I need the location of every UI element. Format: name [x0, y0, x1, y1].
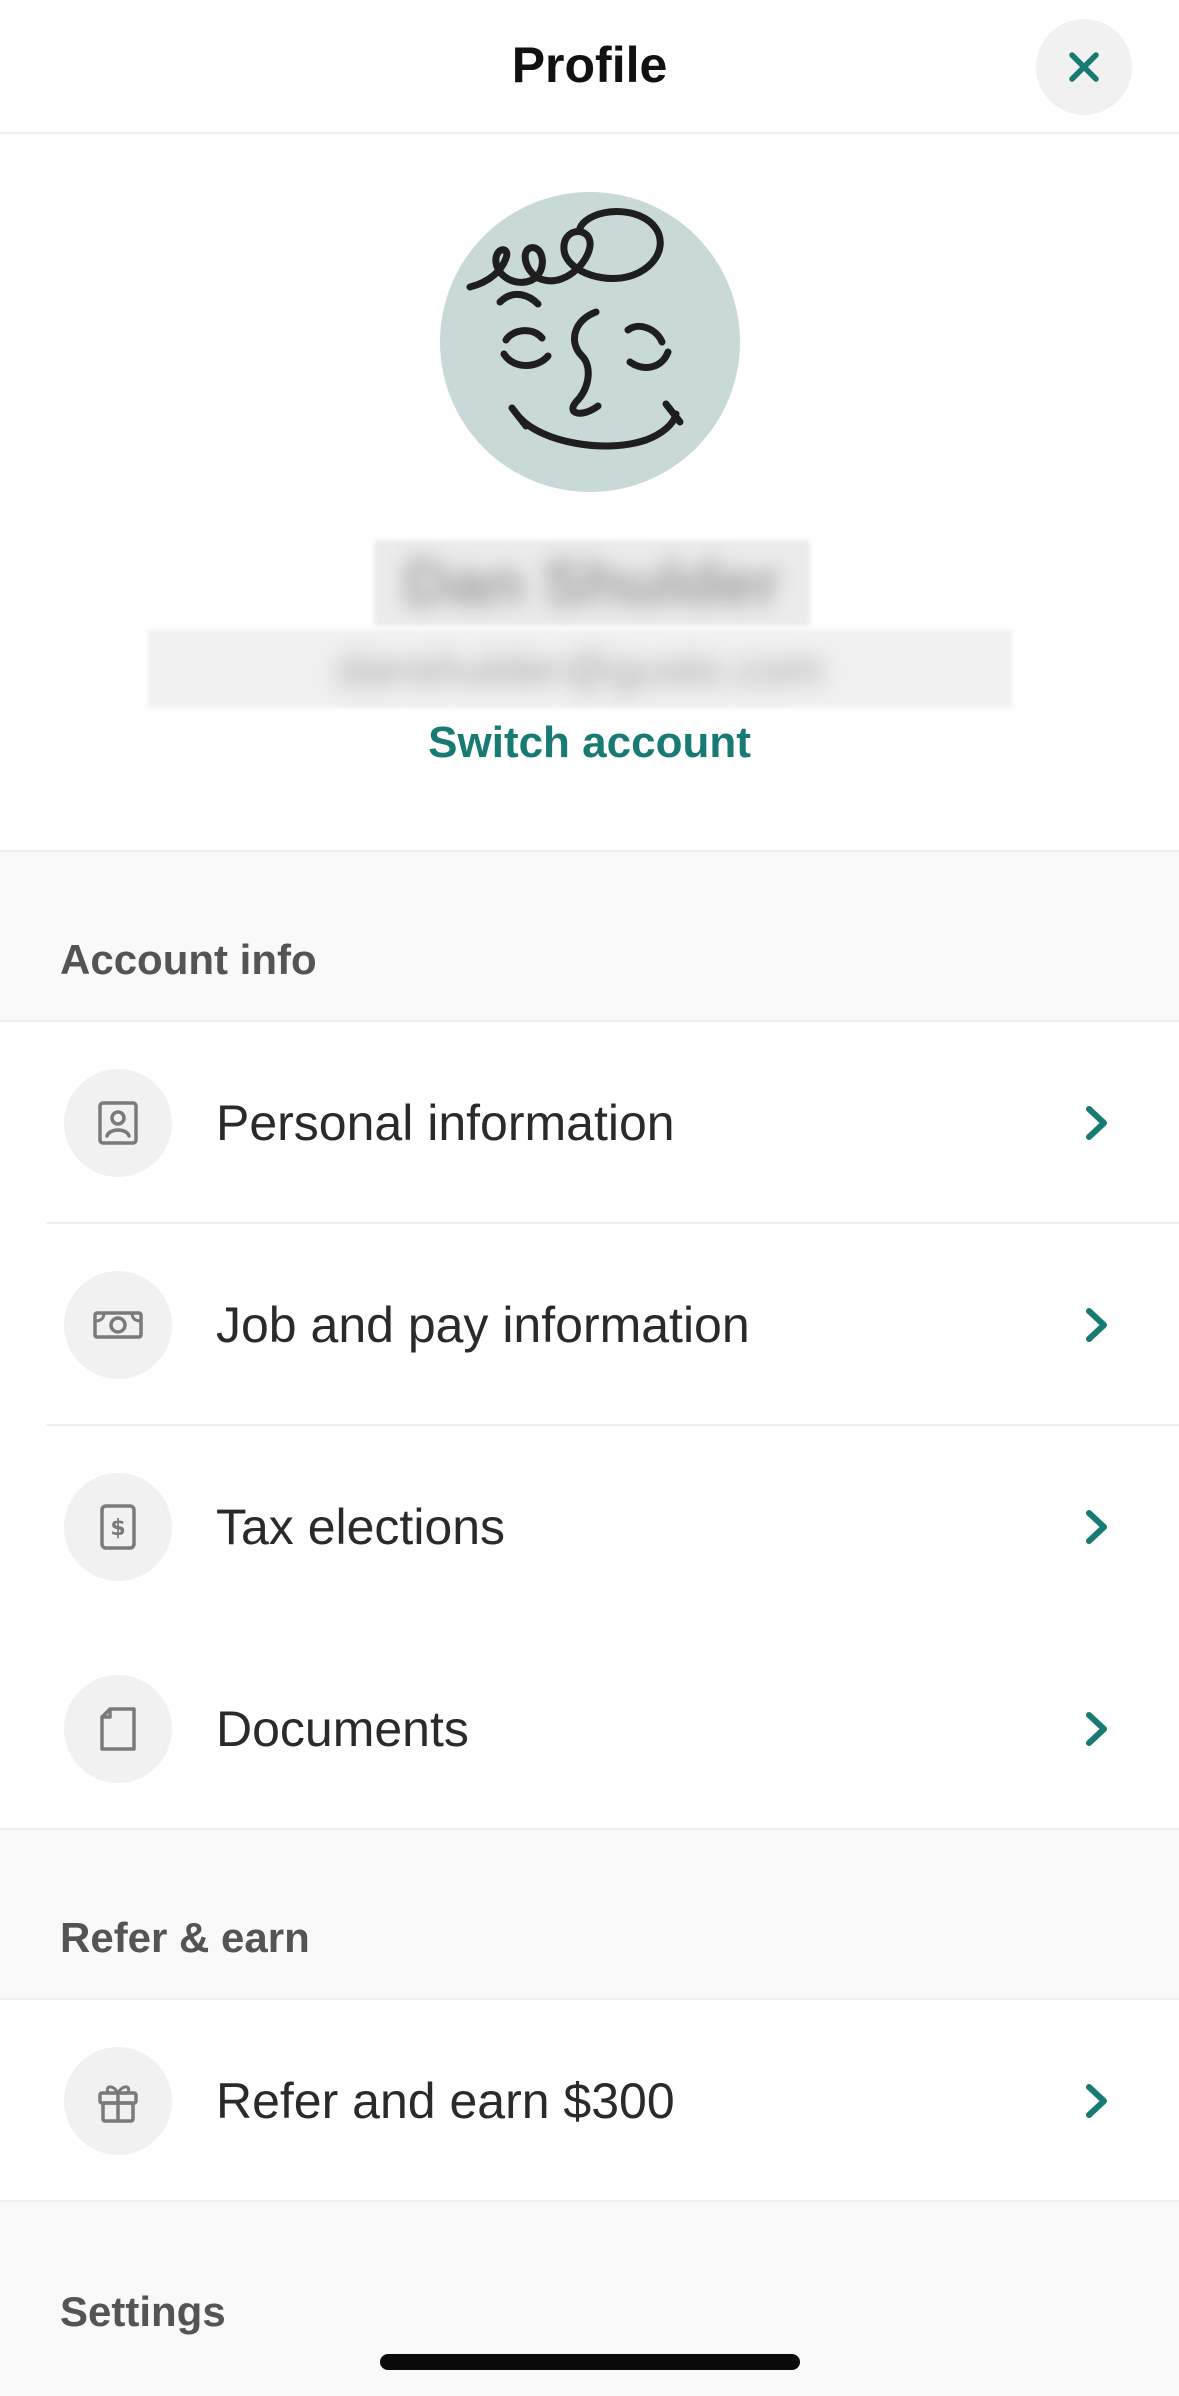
- row-label: Refer and earn $300: [216, 2073, 675, 2129]
- header: Profile: [0, 0, 1179, 134]
- section-header-refer-earn: Refer & earn: [0, 1828, 1179, 2000]
- profile-screen: Profile Dan Shulder danshulder@gusto.com…: [0, 0, 1179, 2396]
- gift-icon: [98, 2085, 138, 2123]
- home-indicator[interactable]: [380, 2354, 800, 2370]
- tax-document-icon: $: [100, 1504, 136, 1550]
- row-documents[interactable]: Documents: [0, 1628, 1179, 1830]
- svg-text:$: $: [110, 1516, 125, 1541]
- switch-account-link[interactable]: Switch account: [0, 718, 1179, 768]
- row-label: Personal information: [216, 1095, 675, 1151]
- section-title: Refer & earn: [60, 1914, 310, 1961]
- row-tax-elections[interactable]: $ Tax elections: [0, 1426, 1179, 1628]
- chevron-right-icon: [1086, 2084, 1107, 2118]
- row-label: Tax elections: [216, 1499, 506, 1555]
- chevron-right-icon: [1086, 1510, 1107, 1544]
- user-email: danshulder@gusto.com: [148, 630, 1012, 708]
- avatar[interactable]: [440, 192, 740, 492]
- row-job-and-pay-information[interactable]: Job and pay information: [0, 1224, 1179, 1426]
- id-card-icon: [98, 1101, 138, 1145]
- row-label: Job and pay information: [216, 1297, 750, 1353]
- page-title: Profile: [511, 37, 668, 93]
- row-icon-container: [64, 1069, 172, 1177]
- close-button[interactable]: [1036, 19, 1132, 115]
- row-icon-container: [64, 2047, 172, 2155]
- profile-summary: Dan Shulder danshulder@gusto.com Switch …: [0, 134, 1179, 850]
- row-label: Documents: [216, 1701, 469, 1757]
- user-email-text: danshulder@gusto.com: [336, 643, 824, 695]
- money-icon: [93, 1311, 143, 1339]
- section-title: Settings: [60, 2288, 226, 2335]
- row-icon-container: [64, 1271, 172, 1379]
- row-refer-and-earn[interactable]: Refer and earn $300: [0, 2000, 1179, 2202]
- chevron-right-icon: [1086, 1308, 1107, 1342]
- avatar-face-drawing: [466, 208, 684, 450]
- row-icon-container: $: [64, 1473, 172, 1581]
- document-icon: [100, 1707, 136, 1751]
- user-name-text: Dan Shulder: [403, 547, 781, 619]
- section-title: Account info: [60, 936, 317, 983]
- section-header-account-info: Account info: [0, 850, 1179, 1022]
- row-personal-information[interactable]: Personal information: [0, 1022, 1179, 1224]
- close-icon: [1069, 52, 1099, 82]
- user-name: Dan Shulder: [374, 540, 810, 626]
- chevron-right-icon: [1086, 1106, 1107, 1140]
- chevron-right-icon: [1086, 1712, 1107, 1746]
- row-icon-container: [64, 1675, 172, 1783]
